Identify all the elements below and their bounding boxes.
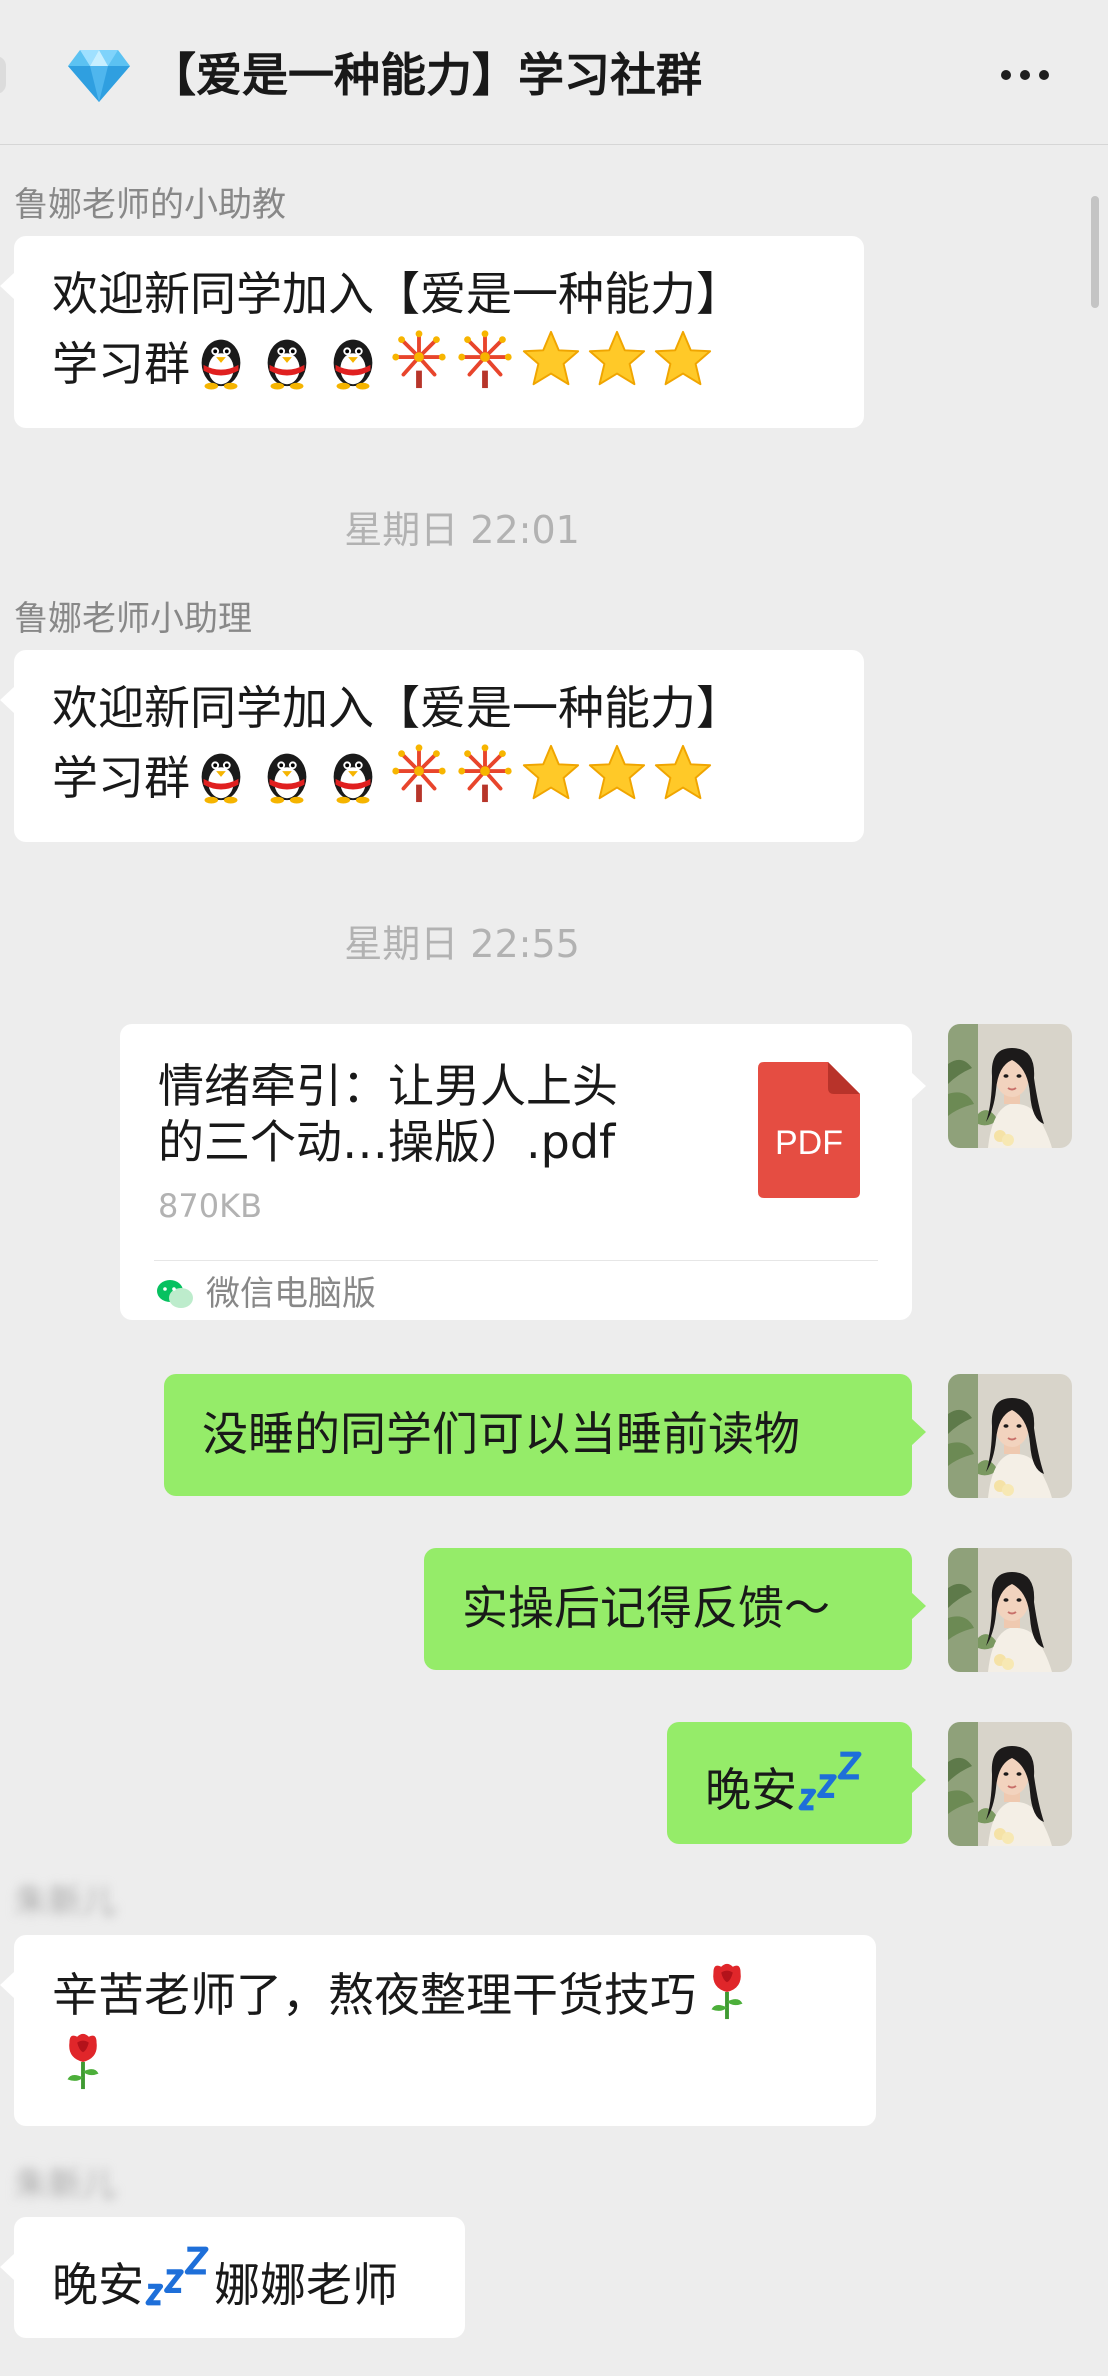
- message-bubble[interactable]: 实操后记得反馈～: [424, 1548, 926, 1670]
- message-bubble[interactable]: 辛苦老师了，熬夜整理干货技巧: [0, 1935, 876, 2126]
- scrollbar-thumb[interactable]: [1091, 196, 1099, 308]
- star-icon: [520, 742, 582, 804]
- zzz-icon: [144, 2243, 210, 2309]
- penguin-icon: [322, 328, 384, 390]
- sender-name: 朱新儿: [14, 2165, 116, 2205]
- diamond-icon: [66, 46, 132, 104]
- pdf-file-icon: PDF: [758, 1062, 860, 1198]
- fireworks-icon: [454, 742, 516, 804]
- message-text: 学习群: [52, 751, 190, 805]
- penguin-icon: [256, 328, 318, 390]
- avatar[interactable]: [948, 1024, 1072, 1148]
- message-bubble[interactable]: 欢迎新同学加入【爱是一种能力】 学习群: [0, 236, 864, 428]
- avatar[interactable]: [948, 1548, 1072, 1672]
- more-icon[interactable]: [985, 50, 1065, 100]
- rose-icon: [52, 2029, 114, 2091]
- timestamp: 星期日 22:01: [344, 508, 580, 552]
- rose-icon: [696, 1959, 758, 2021]
- wechat-icon: [157, 1280, 193, 1308]
- star-icon: [520, 328, 582, 390]
- sender-name: 鲁娜老师的小助教: [14, 185, 286, 225]
- penguin-icon: [322, 742, 384, 804]
- timestamp: 星期日 22:55: [344, 922, 580, 966]
- message-text: 没睡的同学们可以当睡前读物: [202, 1407, 800, 1461]
- message-text: 欢迎新同学加入【爱是一种能力】: [52, 267, 742, 321]
- avatar[interactable]: [948, 1374, 1072, 1498]
- sender-name: 鲁娜老师小助理: [14, 599, 252, 639]
- message-text: 实操后记得反馈～: [462, 1581, 830, 1635]
- zzz-icon: [797, 1748, 863, 1814]
- message-bubble[interactable]: 晚安: [667, 1722, 926, 1844]
- file-size: 870KB: [158, 1187, 263, 1225]
- message-bubble[interactable]: 没睡的同学们可以当睡前读物: [164, 1374, 926, 1496]
- message-text: 娜娜老师: [214, 2258, 398, 2312]
- fireworks-icon: [388, 742, 450, 804]
- message-text: 学习群: [52, 337, 190, 391]
- sender-name: 朱新儿: [14, 1882, 116, 1922]
- penguin-icon: [256, 742, 318, 804]
- message-bubble[interactable]: 欢迎新同学加入【爱是一种能力】 学习群: [0, 650, 864, 842]
- fireworks-icon: [388, 328, 450, 390]
- avatar[interactable]: [948, 1722, 1072, 1846]
- penguin-icon: [190, 742, 252, 804]
- fireworks-icon: [454, 328, 516, 390]
- star-icon: [652, 328, 714, 390]
- file-message[interactable]: 情绪牵引：让男人上头 的三个动…操版）.pdf 870KB PDF 微信电脑版: [120, 1024, 926, 1320]
- star-icon: [586, 328, 648, 390]
- file-source: 微信电脑版: [156, 1272, 376, 1316]
- penguin-icon: [190, 328, 252, 390]
- star-icon: [652, 742, 714, 804]
- file-source-label: 微信电脑版: [206, 1274, 376, 1314]
- message-text: 辛苦老师了，熬夜整理干货技巧: [52, 1968, 696, 2022]
- chat-title: 【爱是一种能力】学习社群: [150, 48, 702, 102]
- message-text: 欢迎新同学加入【爱是一种能力】: [52, 681, 742, 735]
- title-bar: 【爱是一种能力】学习社群: [0, 0, 1108, 145]
- message-text: 晚安: [705, 1763, 797, 1817]
- svg-text:PDF: PDF: [775, 1124, 843, 1162]
- file-name: 情绪牵引：让男人上头 的三个动…操版）.pdf: [158, 1059, 618, 1169]
- message-text: 晚安: [52, 2258, 144, 2312]
- star-icon: [586, 742, 648, 804]
- back-button[interactable]: [0, 56, 6, 94]
- message-bubble[interactable]: 晚安 娜娜老师: [0, 2217, 465, 2338]
